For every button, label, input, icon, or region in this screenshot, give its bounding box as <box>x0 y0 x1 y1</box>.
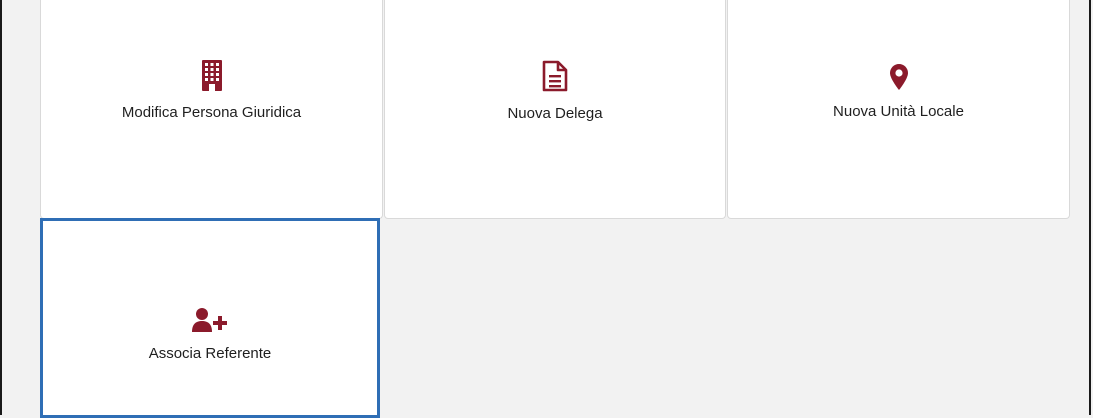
document-icon <box>541 60 569 97</box>
building-icon <box>201 60 222 96</box>
tile-label: Nuova Unità Locale <box>833 103 964 120</box>
tile-nuova-delega[interactable]: Nuova Delega <box>384 0 726 219</box>
tile-associa-referente[interactable]: Associa Referente <box>40 218 380 418</box>
tile-modifica-persona-giuridica[interactable]: Modifica Persona Giuridica <box>40 0 383 219</box>
map-marker-icon <box>889 64 908 95</box>
tile-label: Modifica Persona Giuridica <box>121 104 302 121</box>
tile-label: Nuova Delega <box>507 105 603 122</box>
user-plus-icon <box>192 308 228 337</box>
tile-label: Associa Referente <box>148 345 272 362</box>
tile-nuova-unita-locale[interactable]: Nuova Unità Locale <box>727 0 1070 219</box>
